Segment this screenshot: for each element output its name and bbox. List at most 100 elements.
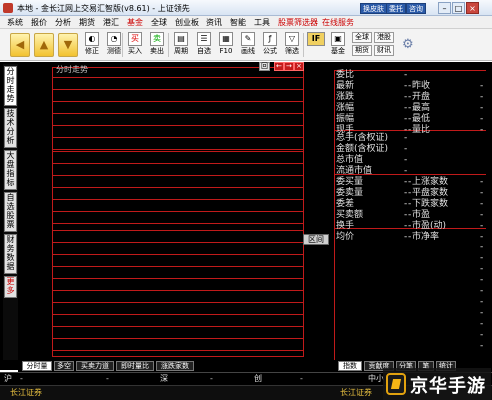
tab-more[interactable]: 更多: [4, 276, 17, 298]
watchlist-icon: ☰: [197, 32, 211, 46]
market-shenzhen[interactable]: 深: [160, 373, 168, 385]
quote-label: 换手: [336, 221, 355, 231]
quote-label: 平盘家数: [412, 188, 449, 198]
tab-intraday-volume[interactable]: 分时量: [22, 361, 52, 371]
menu-system[interactable]: 系统: [7, 17, 23, 28]
menu-quotes[interactable]: 报价: [31, 17, 47, 28]
hk-toolbar-button[interactable]: 港股: [374, 32, 394, 43]
tab-financial[interactable]: 财务数据: [4, 234, 17, 274]
up-button[interactable]: ▲: [34, 33, 54, 57]
menu-stock-screener[interactable]: 股票筛选器: [278, 17, 318, 28]
chart-close-button[interactable]: ×: [294, 62, 304, 71]
tab-volume-ratio[interactable]: 即时量比: [116, 361, 154, 371]
info-button[interactable]: 咨询: [406, 3, 426, 14]
status-dash: -: [106, 374, 109, 383]
arrow-down-icon: ▼: [63, 38, 73, 51]
finance-toolbar-button[interactable]: 财讯: [374, 45, 394, 56]
maximize-button[interactable]: □: [452, 2, 465, 14]
back-button[interactable]: ◀: [10, 33, 30, 57]
chart-next-button[interactable]: →: [284, 62, 294, 71]
broker-name-right: 长江证券: [340, 388, 372, 397]
empty-value: -: [480, 308, 484, 318]
tab-long-short[interactable]: 多空: [54, 361, 74, 371]
quote-value: -: [404, 81, 408, 91]
range-button[interactable]: 区间: [303, 234, 329, 245]
empty-value: -: [480, 297, 484, 307]
quote-label: 市盈(动): [412, 221, 447, 231]
quote-value: -: [404, 166, 408, 176]
skin-button[interactable]: 换皮肤: [360, 3, 387, 14]
order-button[interactable]: 委托: [386, 3, 406, 14]
quote-label: 总市值: [336, 155, 364, 165]
arrow-up-icon: ▲: [39, 38, 49, 51]
empty-value: -: [480, 286, 484, 296]
tab-technical[interactable]: 技术分析: [4, 108, 17, 148]
tab-watchlist[interactable]: 自选股票: [4, 192, 17, 232]
menu-bar: 系统 报价 分析 期货 港汇 基金 全球 创业板 资讯 智能 工具 股票筛选器 …: [0, 16, 492, 29]
tab-index-panel[interactable]: 指数: [338, 361, 362, 371]
menu-hk[interactable]: 港汇: [103, 17, 119, 28]
tab-intraday[interactable]: 分时走势: [4, 66, 17, 106]
quote-label: 最新: [336, 81, 355, 91]
market-shanghai[interactable]: 沪: [4, 373, 12, 385]
close-button[interactable]: ×: [466, 2, 479, 14]
draw-line-icon: ✎: [241, 32, 255, 46]
fund-button[interactable]: ▣ 基金: [327, 31, 349, 59]
title-bar: 本地 - 金长江网上交易汇智版(v8.61) - 上证领先 换皮肤 委托 咨询 …: [0, 0, 492, 16]
quote-value: -: [404, 232, 408, 242]
quote-value: -: [480, 81, 484, 91]
tab-index[interactable]: 大盘指标: [4, 150, 17, 190]
quote-value: -: [408, 210, 412, 220]
quote-value: -: [404, 177, 408, 187]
market-sme[interactable]: 中小: [368, 373, 384, 385]
watermark-logo-icon: [386, 373, 406, 395]
fund-label: 基金: [331, 47, 345, 55]
menu-global[interactable]: 全球: [151, 17, 167, 28]
intraday-chart[interactable]: 分时走势 回 ← → ×: [52, 62, 304, 357]
menu-smart[interactable]: 智能: [230, 17, 246, 28]
quote-value: -: [408, 125, 412, 135]
quote-value: -: [408, 188, 412, 198]
f10-icon: ▦: [219, 32, 233, 46]
test-icon: ◔: [107, 32, 121, 46]
chart-restore-button[interactable]: 回: [259, 62, 270, 71]
menu-fund[interactable]: 基金: [127, 17, 143, 28]
quote-value: -: [480, 221, 484, 231]
quote-label: 委比: [336, 70, 355, 80]
futures-if-icon: IF: [307, 32, 325, 46]
quote-value: -: [404, 133, 408, 143]
quote-label: 涨跌: [336, 92, 355, 102]
tab-adv-dec[interactable]: 涨跌家数: [156, 361, 194, 371]
empty-value: -: [480, 341, 484, 351]
filter-button[interactable]: ▽ 筛选: [281, 31, 303, 59]
formula-icon: ƒ: [263, 32, 277, 46]
futures-toolbar-button[interactable]: 期货: [352, 45, 372, 56]
down-button[interactable]: ▼: [58, 33, 78, 57]
quote-label: 最高: [412, 103, 431, 113]
arrow-left-icon: ◀: [15, 38, 25, 51]
menu-online-service[interactable]: 在线服务: [322, 17, 354, 28]
menu-analysis[interactable]: 分析: [55, 17, 71, 28]
empty-value: -: [480, 319, 484, 329]
market-gem[interactable]: 创: [254, 373, 262, 385]
menu-futures[interactable]: 期货: [79, 17, 95, 28]
global-toolbar-button[interactable]: 全球: [352, 32, 372, 43]
quote-value: -: [480, 114, 484, 124]
period-icon: ▤: [174, 32, 188, 46]
chart-prev-button[interactable]: ←: [274, 62, 284, 71]
minimize-button[interactable]: –: [438, 2, 451, 14]
quote-label: 市盈: [412, 210, 431, 220]
sell-button[interactable]: 卖 卖出: [146, 31, 168, 59]
quote-value: -: [480, 125, 484, 135]
tab-buy-sell-force[interactable]: 买卖力道: [76, 361, 114, 371]
menu-news[interactable]: 资讯: [206, 17, 222, 28]
grid-lines: [52, 77, 304, 351]
menu-gem[interactable]: 创业板: [175, 17, 199, 28]
status-dash: -: [210, 374, 213, 383]
broker-name: 长江证券: [10, 388, 42, 397]
quote-value: -: [408, 232, 412, 242]
menu-tools[interactable]: 工具: [254, 17, 270, 28]
toolbar: ◀ ▲ ▼ ◐ 修正 ◔ 测德 买 买入 卖 卖出 ▤ 周期 ☰ 自选 ▦ F1…: [0, 29, 492, 61]
gear-icon[interactable]: ⚙: [402, 37, 414, 52]
sell-icon: 卖: [150, 32, 164, 46]
